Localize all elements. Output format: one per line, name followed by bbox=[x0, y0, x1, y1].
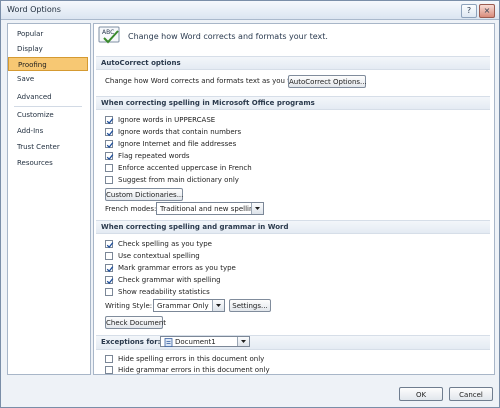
sidebar-item-advanced[interactable]: Advanced bbox=[8, 90, 88, 104]
sidebar-item-trust-center[interactable]: Trust Center bbox=[8, 140, 88, 154]
label-mark-grammar: Mark grammar errors as you type bbox=[118, 264, 236, 272]
settings-button[interactable]: Settings... bbox=[229, 299, 271, 312]
writing-style-select[interactable]: Grammar Only bbox=[153, 299, 225, 312]
sidebar-item-save[interactable]: Save bbox=[8, 72, 88, 86]
check-document-button[interactable]: Check Document bbox=[105, 316, 166, 329]
exceptions-document-select[interactable]: Document1 bbox=[160, 336, 250, 347]
label-ignore-uppercase: Ignore words in UPPERCASE bbox=[118, 116, 216, 124]
abc-check-icon: ABC bbox=[98, 26, 122, 46]
sidebar-item-customize[interactable]: Customize bbox=[8, 108, 88, 122]
checkbox-contextual-spelling[interactable] bbox=[105, 252, 113, 260]
checkbox-ignore-numbers[interactable] bbox=[105, 128, 114, 137]
label-ignore-numbers: Ignore words that contain numbers bbox=[118, 128, 242, 136]
section-exceptions: Exceptions for: bbox=[96, 335, 490, 350]
label-enforce-accented: Enforce accented uppercase in French bbox=[118, 164, 252, 172]
autocorrect-options-button[interactable]: AutoCorrect Options... bbox=[288, 75, 367, 88]
sidebar-divider bbox=[14, 106, 82, 107]
section-title: When correcting spelling in Microsoft Of… bbox=[101, 99, 315, 107]
exceptions-document-value: Document1 bbox=[175, 338, 216, 346]
checkbox-main-dictionary[interactable] bbox=[105, 176, 113, 184]
writing-style-value: Grammar Only bbox=[157, 302, 209, 310]
checkbox-mark-grammar[interactable] bbox=[105, 264, 114, 273]
cancel-button[interactable]: Cancel bbox=[449, 387, 493, 401]
sidebar-item-resources[interactable]: Resources bbox=[8, 156, 88, 170]
section-title: When correcting spelling and grammar in … bbox=[101, 223, 289, 231]
section-autocorrect: AutoCorrect options bbox=[96, 56, 490, 70]
panel-header: Change how Word corrects and formats you… bbox=[128, 32, 328, 41]
label-hide-grammar: Hide grammar errors in this document onl… bbox=[118, 366, 270, 374]
sidebar: Popular Display Proofing Save Advanced C… bbox=[7, 23, 91, 375]
section-office-spelling: When correcting spelling in Microsoft Of… bbox=[96, 96, 490, 110]
label-ignore-internet: Ignore Internet and file addresses bbox=[118, 140, 237, 148]
sidebar-item-popular[interactable]: Popular bbox=[8, 27, 88, 41]
ok-button[interactable]: OK bbox=[399, 387, 443, 401]
checkbox-hide-grammar[interactable] bbox=[105, 366, 113, 374]
document-icon bbox=[164, 338, 173, 349]
exceptions-label: Exceptions for: bbox=[101, 338, 161, 346]
svg-text:ABC: ABC bbox=[102, 29, 114, 36]
sidebar-item-add-ins[interactable]: Add-Ins bbox=[8, 124, 88, 138]
section-word-spelling: When correcting spelling and grammar in … bbox=[96, 220, 490, 234]
writing-style-label: Writing Style: bbox=[105, 302, 153, 310]
chevron-down-icon[interactable] bbox=[237, 337, 249, 346]
word-options-dialog: Word Options ? × Popular Display Proofin… bbox=[0, 0, 500, 408]
sidebar-item-display[interactable]: Display bbox=[8, 42, 88, 56]
label-contextual-spelling: Use contextual spelling bbox=[118, 252, 200, 260]
checkbox-hide-spelling[interactable] bbox=[105, 355, 113, 363]
window-title: Word Options bbox=[7, 5, 61, 14]
checkbox-readability[interactable] bbox=[105, 288, 113, 296]
title-bar: Word Options ? × bbox=[1, 1, 499, 20]
checkbox-flag-repeated[interactable] bbox=[105, 152, 114, 161]
french-modes-select[interactable]: Traditional and new spellings bbox=[156, 202, 264, 215]
checkbox-ignore-uppercase[interactable] bbox=[105, 116, 114, 125]
custom-dictionaries-button[interactable]: Custom Dictionaries... bbox=[105, 188, 183, 201]
autocorrect-description: Change how Word corrects and formats tex… bbox=[105, 77, 306, 85]
section-title: AutoCorrect options bbox=[101, 59, 181, 67]
checkbox-grammar-with-spelling[interactable] bbox=[105, 276, 114, 285]
checkbox-check-spelling[interactable] bbox=[105, 240, 114, 249]
checkbox-enforce-accented[interactable] bbox=[105, 164, 113, 172]
label-main-dictionary: Suggest from main dictionary only bbox=[118, 176, 239, 184]
label-flag-repeated: Flag repeated words bbox=[118, 152, 190, 160]
label-grammar-with-spelling: Check grammar with spelling bbox=[118, 276, 221, 284]
proofing-panel: ABC Change how Word corrects and formats… bbox=[93, 23, 495, 375]
chevron-down-icon[interactable] bbox=[212, 300, 224, 311]
checkbox-ignore-internet[interactable] bbox=[105, 140, 114, 149]
label-hide-spelling: Hide spelling errors in this document on… bbox=[118, 355, 265, 363]
help-button[interactable]: ? bbox=[461, 4, 477, 18]
french-modes-label: French modes: bbox=[105, 205, 157, 213]
french-modes-value: Traditional and new spellings bbox=[160, 205, 262, 213]
chevron-down-icon[interactable] bbox=[251, 203, 263, 214]
label-check-spelling: Check spelling as you type bbox=[118, 240, 212, 248]
label-readability: Show readability statistics bbox=[118, 288, 210, 296]
close-button[interactable]: × bbox=[479, 4, 495, 18]
sidebar-item-proofing[interactable]: Proofing bbox=[8, 57, 88, 71]
